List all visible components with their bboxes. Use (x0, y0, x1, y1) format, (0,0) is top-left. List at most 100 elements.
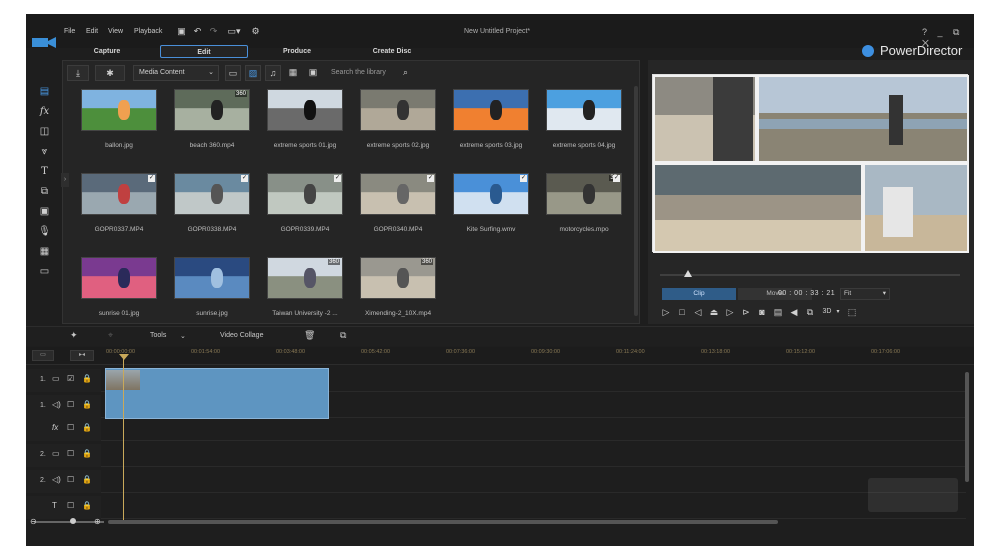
tools-menu[interactable]: Tools (150, 332, 166, 339)
media-thumbnail[interactable] (81, 89, 157, 131)
media-thumbnail[interactable] (81, 257, 157, 299)
title-room-icon[interactable]: T (38, 166, 51, 178)
lock-icon[interactable]: 🔒 (82, 423, 92, 432)
audio-track-icon[interactable]: ◁) (52, 400, 61, 409)
media-thumbnail[interactable]: 360 (267, 257, 343, 299)
effect-track-icon[interactable]: fx (52, 423, 58, 432)
playhead-marker-icon[interactable] (119, 354, 129, 360)
lock-icon[interactable]: 🔒 (82, 501, 92, 510)
voice-over-icon[interactable]: 🎙 (38, 226, 51, 238)
lock-icon[interactable]: 🔒 (82, 400, 92, 409)
image-filter-icon[interactable]: ▨ (245, 65, 261, 81)
audio-filter-icon[interactable]: ♫ (265, 65, 281, 81)
media-thumbnail[interactable] (174, 257, 250, 299)
timecode-display[interactable]: 00 : 00 : 33 : 21 (778, 288, 838, 300)
media-thumbnail[interactable]: ✓ (81, 173, 157, 215)
collapse-panel-icon[interactable]: › (61, 173, 69, 187)
tools-chevron-icon[interactable]: ⌄ (180, 332, 186, 340)
menu-edit[interactable]: Edit (86, 28, 98, 35)
video-track-icon[interactable]: ▭ (52, 449, 60, 458)
tab-create-disc[interactable]: Create Disc (362, 45, 422, 58)
aspect-ratio-icon[interactable]: ▭▾ (224, 26, 244, 36)
3d-mode-button[interactable]: 3D (820, 306, 834, 318)
video-collage-button[interactable]: Video Collage (220, 332, 263, 339)
plugins-icon[interactable]: ✱ (95, 65, 125, 81)
pip-room-icon[interactable]: ◫ (38, 126, 51, 138)
media-thumbnail[interactable]: ✓ (453, 173, 529, 215)
track-manager-icon[interactable]: ▭ (32, 350, 54, 361)
menu-file[interactable]: File (64, 28, 75, 35)
media-thumbnail[interactable] (360, 89, 436, 131)
timeline-playhead[interactable] (123, 354, 124, 524)
menu-view[interactable]: View (108, 28, 123, 35)
timeline-track[interactable]: 2. ◁) ☐ 🔒 (26, 470, 966, 493)
zoom-out-icon[interactable]: ⊖ (30, 517, 37, 526)
media-thumbnail[interactable]: 3D✓ (546, 173, 622, 215)
timeline-track[interactable]: fx ☐ 🔒 (26, 418, 966, 441)
settings-gear-icon[interactable]: ⚙ (250, 26, 261, 36)
video-filter-icon[interactable]: ▭ (225, 65, 241, 81)
layer-icon[interactable]: ⧉ (340, 330, 346, 341)
import-media-icon[interactable]: ⤓ (67, 65, 89, 81)
media-thumbnail[interactable]: ✓ (360, 173, 436, 215)
fast-forward-icon[interactable]: ⊳ (740, 306, 752, 318)
media-scrollbar[interactable] (634, 86, 638, 316)
search-icon[interactable]: ⌕ (403, 67, 408, 78)
split-icon[interactable]: ⏏ (708, 306, 720, 318)
zoom-fit-select[interactable]: Fit ▾ (840, 288, 890, 300)
track-enable-checkbox[interactable]: ☐ (67, 423, 74, 432)
timeline-vertical-scrollbar[interactable] (965, 372, 969, 482)
track-enable-checkbox[interactable]: ☐ (67, 501, 74, 510)
chapter-room-icon[interactable]: ▦ (38, 246, 51, 258)
trash-icon[interactable]: 🗑 (304, 330, 315, 341)
media-thumbnail[interactable] (546, 89, 622, 131)
lock-icon[interactable]: 🔒 (82, 475, 92, 484)
audio-mixing-icon[interactable]: ▣ (38, 206, 51, 218)
media-thumbnail[interactable]: 360 (360, 257, 436, 299)
transition-room-icon[interactable]: ⧉ (38, 186, 51, 198)
search-input[interactable]: Search the library (331, 69, 386, 76)
zoom-handle[interactable] (70, 518, 76, 524)
save-icon[interactable]: ▣ (176, 26, 187, 36)
timeline-horizontal-scrollbar[interactable] (108, 520, 778, 524)
play-icon[interactable]: ▷ (660, 306, 672, 318)
title-track-icon[interactable]: T (52, 501, 57, 510)
track-enable-checkbox[interactable]: ☐ (67, 400, 74, 409)
redo-icon[interactable]: ↷ (208, 26, 219, 36)
next-frame-icon[interactable]: ▷ (724, 306, 736, 318)
tab-capture[interactable]: Capture (82, 45, 132, 58)
audio-track-icon[interactable]: ◁) (52, 475, 61, 484)
lock-icon[interactable]: 🔒 (82, 374, 92, 383)
snapshot-icon[interactable]: ◙ (756, 306, 768, 318)
media-thumbnail[interactable]: ✓ (174, 173, 250, 215)
media-thumbnail[interactable] (267, 89, 343, 131)
tab-produce[interactable]: Produce (272, 45, 322, 58)
menu-playback[interactable]: Playback (134, 28, 162, 35)
media-room-icon[interactable]: ▤ (38, 86, 51, 98)
track-enable-checkbox[interactable]: ☑ (67, 374, 74, 383)
fx-room-icon[interactable]: fx (38, 106, 51, 118)
zoom-in-icon[interactable]: ⊕ (94, 517, 101, 526)
clip-mode-button[interactable]: Clip (662, 288, 736, 300)
video-track-icon[interactable]: ▭ (52, 374, 60, 383)
stop-icon[interactable]: □ (676, 306, 688, 318)
fit-timeline-icon[interactable]: ▸◂ (70, 350, 94, 361)
undo-icon[interactable]: ↶ (192, 26, 203, 36)
volume-icon[interactable]: ◀ (788, 306, 800, 318)
subtitle-icon[interactable]: ▤ (772, 306, 784, 318)
media-thumbnail[interactable] (453, 89, 529, 131)
expand-view-icon[interactable]: ▣ (305, 65, 321, 81)
media-thumbnail[interactable]: 360 (174, 89, 250, 131)
lock-icon[interactable]: 🔒 (82, 449, 92, 458)
scrubber-handle[interactable] (684, 270, 692, 277)
previous-frame-icon[interactable]: ◁ (692, 306, 704, 318)
grid-view-icon[interactable]: ▦ (285, 65, 301, 81)
preview-scrubber[interactable] (660, 274, 960, 276)
particle-room-icon[interactable]: ⩔ (38, 146, 51, 158)
media-thumbnail[interactable]: ✓ (267, 173, 343, 215)
subtitle-room-icon[interactable]: ▭ (38, 266, 51, 278)
pop-out-preview-icon[interactable]: ⬚ (846, 306, 858, 318)
track-enable-checkbox[interactable]: ☐ (67, 475, 74, 484)
3d-dropdown-icon[interactable]: ▾ (834, 306, 842, 318)
magic-tools-icon[interactable]: ✦ (70, 330, 78, 341)
